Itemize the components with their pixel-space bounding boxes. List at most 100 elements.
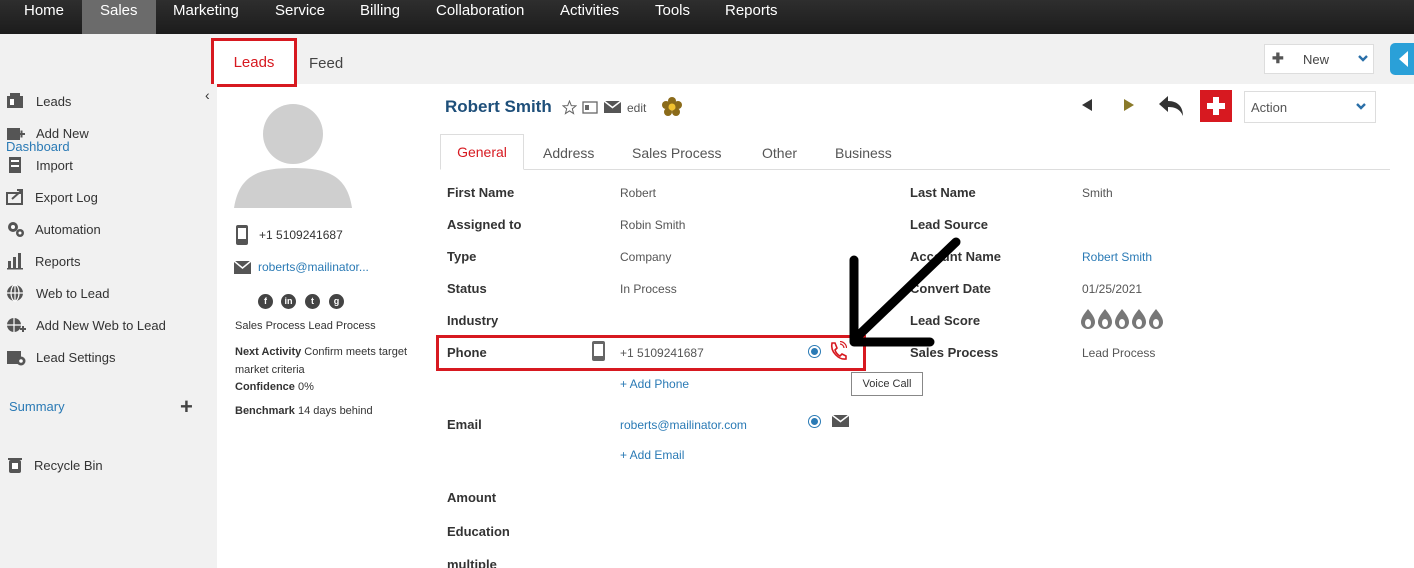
tabs-divider <box>440 169 1390 170</box>
add-new-icon <box>7 128 25 140</box>
automation-icon <box>8 222 24 237</box>
action-select[interactable]: Action <box>1244 91 1376 123</box>
assigned-to-value: Robin Smith <box>620 218 686 232</box>
twitter-icon[interactable]: t <box>305 294 320 309</box>
primary-email-radio[interactable] <box>808 415 821 428</box>
nav-collaboration[interactable]: Collaboration <box>436 0 524 34</box>
tab-business[interactable]: Business <box>835 145 892 161</box>
sidebar-item-label: Recycle Bin <box>34 458 103 473</box>
recycle-bin-icon <box>8 458 22 473</box>
google-icon[interactable]: g <box>329 294 344 309</box>
type-value: Company <box>620 250 672 264</box>
profile-phone[interactable]: +1 5109241687 <box>259 228 343 242</box>
edit-link[interactable]: edit <box>627 101 646 115</box>
type-label: Type <box>447 249 477 264</box>
nav-service[interactable]: Service <box>275 0 325 34</box>
next-activity-label: Next Activity <box>235 346 302 358</box>
previous-record-icon[interactable] <box>1081 98 1093 112</box>
sales-process-field-value: Lead Process <box>1082 346 1156 360</box>
leads-icon <box>7 93 23 108</box>
annotation-arrow <box>849 237 961 347</box>
chevron-left-icon <box>1399 51 1408 67</box>
benchmark-value: 14 days behind <box>297 405 373 417</box>
page-title: Robert Smith <box>445 97 552 116</box>
nav-activities[interactable]: Activities <box>560 0 619 34</box>
tab-general[interactable]: General <box>440 134 524 170</box>
facebook-icon[interactable]: f <box>258 294 273 309</box>
plus-icon: ✚ <box>1272 50 1284 66</box>
new-button-label: New <box>1303 52 1330 67</box>
flower-icon[interactable] <box>661 96 683 118</box>
chevron-down-icon <box>1358 55 1368 62</box>
sidebar-item-label: Lead Settings <box>36 350 116 365</box>
add-web-to-lead-icon <box>7 318 26 332</box>
collapse-sidebar-icon[interactable]: ‹ <box>205 87 210 103</box>
summary-link[interactable]: Summary <box>9 399 65 414</box>
nav-activities-label: Activities <box>560 2 620 19</box>
sidebar-item-label: Web to Lead <box>36 286 110 301</box>
add-icon[interactable] <box>1200 90 1232 122</box>
sidebar-item-label: Add New Web to Lead <box>36 318 166 333</box>
sidebar-item-label: Reports <box>35 254 81 269</box>
add-phone-link[interactable]: + Add Phone <box>620 377 689 391</box>
tab-feed[interactable]: Feed <box>309 55 343 72</box>
star-icon[interactable] <box>562 100 577 115</box>
nav-marketing-label: Marketing <box>173 2 239 19</box>
tab-address[interactable]: Address <box>543 145 594 161</box>
profile-email[interactable]: roberts@mailinator... <box>258 260 369 274</box>
amount-label: Amount <box>447 490 497 505</box>
sidebar-item-label: Import <box>36 158 73 173</box>
nav-service-label: Service <box>275 2 326 19</box>
nav-reports[interactable]: Reports <box>725 0 778 34</box>
status-value: In Process <box>620 282 677 296</box>
nav-billing[interactable]: Billing <box>360 0 400 34</box>
first-name-value: Robert <box>620 186 657 200</box>
chevron-down-icon <box>1356 103 1366 110</box>
avatar <box>234 104 352 208</box>
email-label: Email <box>447 417 482 432</box>
add-email-link[interactable]: + Add Email <box>620 448 684 462</box>
right-panel-toggle[interactable] <box>1390 43 1414 75</box>
phone-highlight <box>436 335 866 371</box>
tab-sales-process[interactable]: Sales Process <box>632 145 721 161</box>
account-name-value[interactable]: Robert Smith <box>1082 250 1152 264</box>
export-log-icon <box>6 189 23 205</box>
reports-icon <box>7 253 23 270</box>
email-icon <box>234 261 251 274</box>
lead-score-flames <box>1081 309 1163 329</box>
nav-tools[interactable]: Tools <box>655 0 690 34</box>
linkedin-icon[interactable]: in <box>281 294 296 309</box>
last-name-label: Last Name <box>910 185 976 200</box>
back-icon[interactable] <box>1158 94 1185 118</box>
email-value[interactable]: roberts@mailinator.com <box>620 418 747 432</box>
assigned-to-label: Assigned to <box>447 217 522 232</box>
add-summary-icon[interactable]: + <box>180 396 193 418</box>
first-name-label: First Name <box>447 185 515 200</box>
nav-tools-label: Tools <box>655 2 691 19</box>
new-button[interactable]: ✚ New <box>1264 44 1374 74</box>
nav-sales-label: Sales <box>100 2 138 19</box>
sales-process-value: Lead Process <box>308 320 376 332</box>
nav-marketing[interactable]: Marketing <box>173 0 239 34</box>
nav-home[interactable]: Home <box>24 0 64 34</box>
confidence-label: Confidence <box>235 381 295 393</box>
tab-leads[interactable]: Leads <box>211 38 297 87</box>
sidebar-item-label: Automation <box>35 222 101 237</box>
convert-date-value: 01/25/2021 <box>1082 282 1143 296</box>
nav-sales[interactable]: Sales <box>82 0 156 34</box>
send-email-icon[interactable] <box>832 415 849 427</box>
last-name-value: Smith <box>1082 186 1113 200</box>
sales-process-label: Sales Process <box>235 320 306 332</box>
email-icon[interactable] <box>604 101 621 113</box>
nav-collaboration-label: Collaboration <box>436 2 525 19</box>
sidebar-item-label: Add New <box>36 126 89 141</box>
sidebar: Dashboard Leads Add New Import Export Lo… <box>0 84 217 568</box>
next-record-icon[interactable] <box>1123 98 1135 112</box>
confidence-value: 0% <box>297 381 314 393</box>
education-label: Education <box>447 524 510 539</box>
nav-reports-label: Reports <box>725 2 778 19</box>
action-select-label: Action <box>1251 100 1288 115</box>
tab-other[interactable]: Other <box>762 145 797 161</box>
card-icon[interactable] <box>582 101 598 114</box>
nav-billing-label: Billing <box>360 2 401 19</box>
